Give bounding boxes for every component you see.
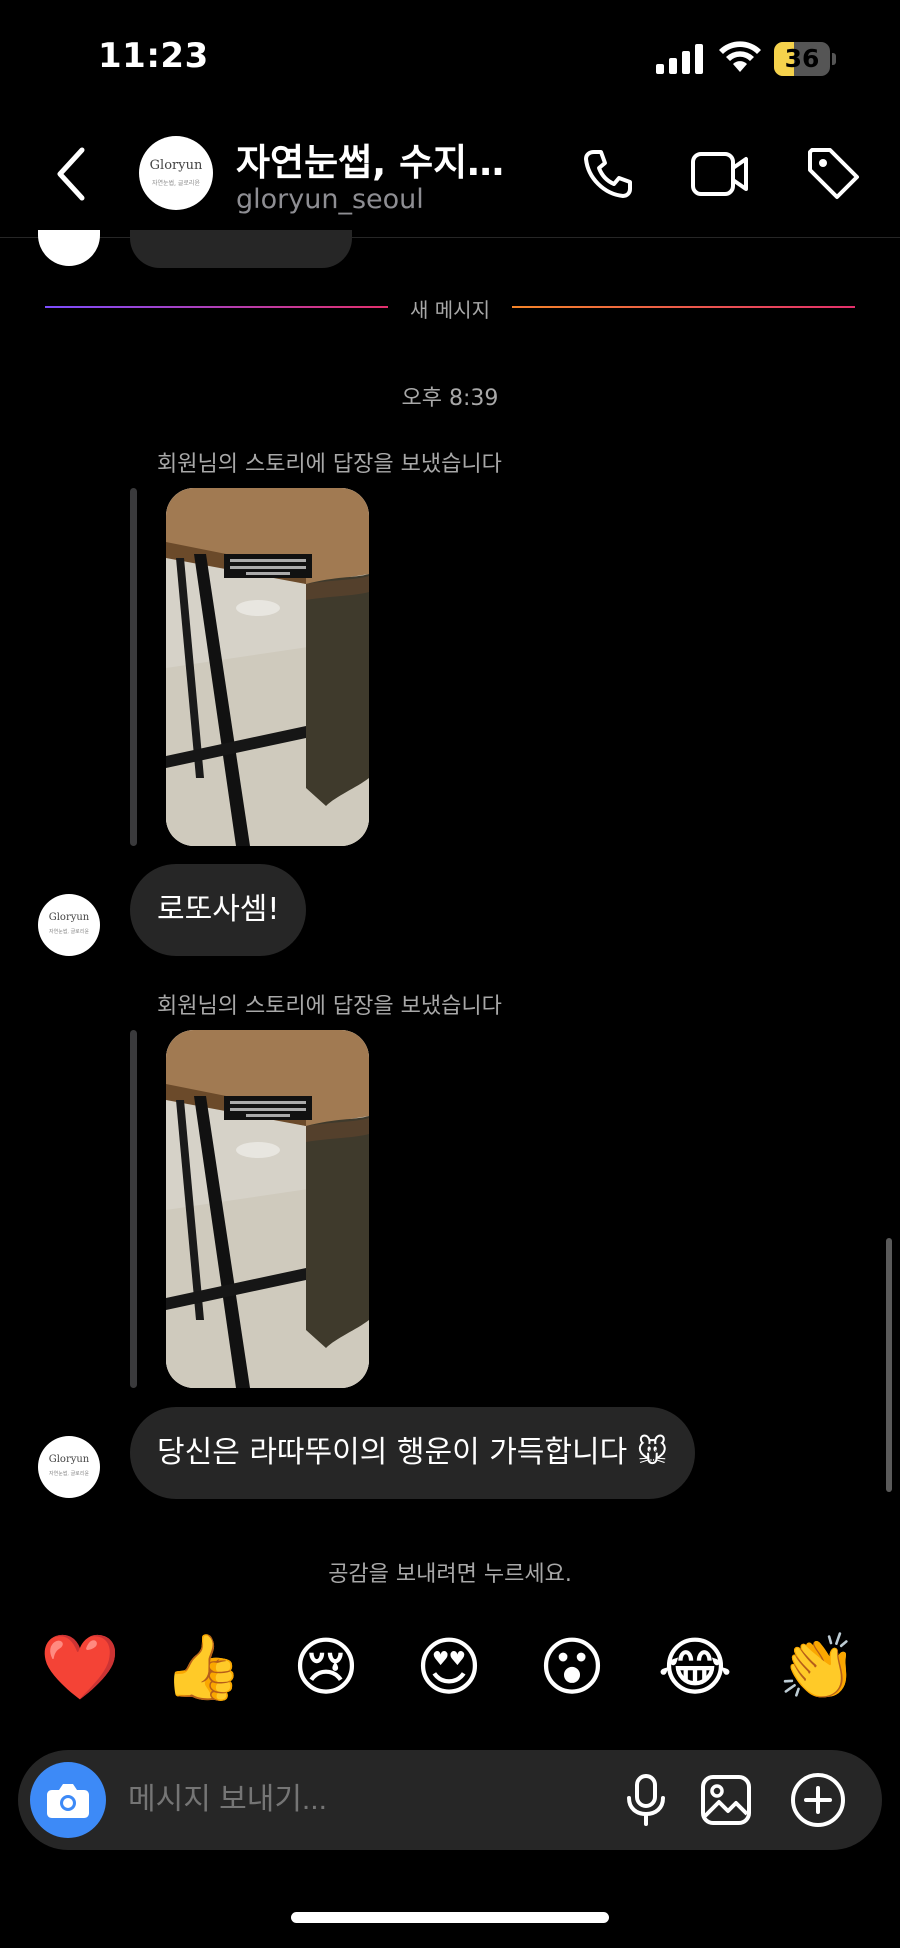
back-chevron-icon[interactable] — [52, 146, 92, 202]
thumbs-up-reaction[interactable]: 👍 — [163, 1628, 243, 1708]
avatar-logo-sub: 자연눈썹, 글로리윤 — [49, 929, 89, 935]
message-bubble — [130, 230, 352, 268]
message-bubble[interactable]: 로또사셈! — [130, 864, 307, 956]
reply-indicator-bar — [130, 488, 137, 846]
message-timestamp: 오후 8:39 — [401, 386, 499, 411]
story-thumbnail[interactable] — [166, 1030, 369, 1388]
surprised-face-reaction[interactable]: 😮 — [532, 1628, 612, 1708]
reaction-hint: 공감을 보내려면 누르세요. — [328, 1562, 572, 1587]
avatar[interactable]: Gloryun 자연눈썹, 글로리윤 — [38, 894, 100, 956]
status-time: 11:23 — [98, 36, 209, 76]
message-composer — [18, 1750, 882, 1850]
heart-eyes-reaction[interactable]: 😍 — [409, 1628, 489, 1708]
quick-reactions: ❤️ 👍 😢 😍 😮 😂 👏 — [0, 1628, 900, 1708]
battery-icon: 36 — [774, 42, 836, 76]
wifi-icon — [719, 41, 761, 72]
crying-face-reaction[interactable]: 😢 — [286, 1628, 366, 1708]
battery-percentage: 36 — [784, 44, 820, 73]
story-reply-label: 회원님의 스토리에 답장을 보냈습니다 — [157, 994, 502, 1019]
avatar — [38, 230, 100, 266]
cellular-signal-icon — [656, 44, 703, 74]
new-message-line — [512, 306, 855, 308]
gallery-icon[interactable] — [698, 1772, 754, 1828]
avatar-logo-sub: 자연눈썹, 글로리윤 — [152, 180, 200, 187]
message-input[interactable] — [128, 1750, 608, 1850]
avatar[interactable]: Gloryun 자연눈썹, 글로리윤 — [38, 1436, 100, 1498]
new-message-line — [45, 306, 388, 308]
phone-icon[interactable] — [580, 146, 636, 202]
chat-username[interactable]: gloryun_seoul — [236, 184, 424, 215]
avatar[interactable]: Gloryun 자연눈썹, 글로리윤 — [139, 136, 213, 210]
video-camera-icon[interactable] — [690, 148, 750, 200]
chat-title[interactable]: 자연눈썹, 수지… — [236, 132, 504, 186]
message-bubble[interactable]: 당신은 라따뚜이의 행운이 가득합니다 🐭 — [130, 1407, 696, 1499]
reply-indicator-bar — [130, 1030, 137, 1388]
avatar-logo: Gloryun — [48, 912, 90, 923]
microphone-icon[interactable] — [618, 1772, 674, 1828]
clapping-hands-reaction[interactable]: 👏 — [778, 1628, 858, 1708]
story-thumbnail[interactable] — [166, 488, 369, 846]
avatar-logo: Gloryun — [48, 1454, 90, 1465]
plus-circle-icon[interactable] — [788, 1770, 848, 1830]
avatar-logo: Gloryun — [149, 158, 203, 173]
scrollbar[interactable] — [886, 1238, 892, 1492]
tears-of-joy-reaction[interactable]: 😂 — [655, 1628, 735, 1708]
tag-icon[interactable] — [804, 144, 864, 204]
home-indicator — [291, 1912, 609, 1923]
story-reply-label: 회원님의 스토리에 답장을 보냈습니다 — [157, 452, 502, 477]
new-message-divider: 새 메시지 — [410, 298, 490, 322]
camera-button[interactable] — [30, 1762, 106, 1838]
heart-reaction[interactable]: ❤️ — [40, 1628, 120, 1708]
camera-icon — [47, 1784, 89, 1818]
avatar-logo-sub: 자연눈썹, 글로리윤 — [49, 1471, 89, 1477]
